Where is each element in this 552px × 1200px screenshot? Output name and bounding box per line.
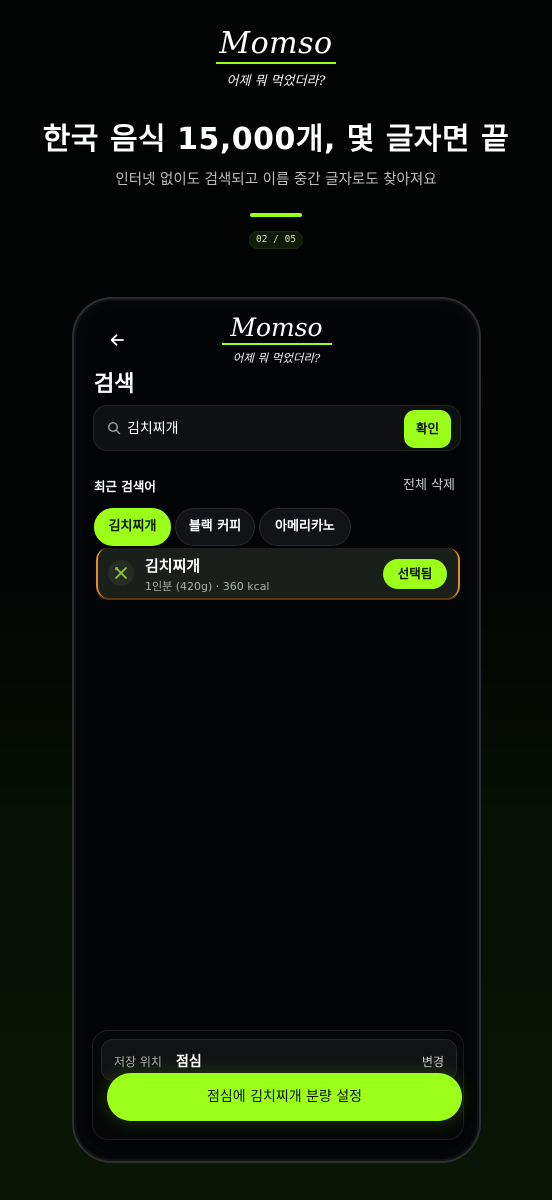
recent-chip[interactable]: 김치찌개 xyxy=(94,508,171,546)
app-logo: Momso 어제 뭐 먹었더라? xyxy=(83,313,470,366)
phone-screen: Momso 어제 뭐 먹었더라? 검색 확인 최근 검색어 전체 삭제 김치찌개… xyxy=(83,308,470,1152)
page-title: 검색 xyxy=(94,372,135,397)
selected-badge-button[interactable]: 선택됨 xyxy=(383,559,447,589)
app-logo-underline xyxy=(221,343,332,345)
meal-slot-value: 점심 xyxy=(176,1054,202,1070)
logo-underline xyxy=(216,62,336,64)
logo-tagline: 어제 뭐 먹었더라? xyxy=(226,74,326,89)
clear-all-button[interactable]: 전체 삭제 xyxy=(403,474,455,493)
change-meal-button[interactable]: 변경 xyxy=(422,1053,444,1070)
result-name: 김치찌개 xyxy=(145,557,201,575)
app-logo-tagline: 어제 뭐 먹었더라? xyxy=(232,351,321,365)
brand-logo: Momso 어제 뭐 먹었더라? xyxy=(0,26,552,89)
phone-frame: Momso 어제 뭐 먹었더라? 검색 확인 최근 검색어 전체 삭제 김치찌개… xyxy=(72,297,481,1163)
result-serving-info: 1인분 (420g) · 360 kcal xyxy=(145,580,270,593)
meal-slot-label: 저장 위치 xyxy=(114,1055,162,1069)
search-input[interactable] xyxy=(127,406,397,450)
recent-chip[interactable]: 아메리카노 xyxy=(259,508,351,546)
confirm-button[interactable]: 확인 xyxy=(404,410,451,448)
set-portion-button[interactable]: 점심에 김치찌개 분량 설정 xyxy=(107,1073,462,1121)
recent-chip[interactable]: 블랙 커피 xyxy=(175,508,255,546)
search-box[interactable]: 확인 xyxy=(93,405,461,451)
search-result-item[interactable]: 김치찌개 1인분 (420g) · 360 kcal 선택됨 xyxy=(96,548,460,598)
promo-headline: 한국 음식 15,000개, 몇 글자면 끝 xyxy=(42,122,510,157)
onboarding-progress-bar xyxy=(250,213,302,217)
step-indicator: 02 / 05 xyxy=(249,231,303,249)
promo-subline: 인터넷 없이도 검색되고 이름 중간 글자로도 찾아져요 xyxy=(115,172,437,188)
logo-wordmark: Momso xyxy=(219,26,333,61)
search-icon xyxy=(107,421,121,435)
fork-knife-icon xyxy=(108,560,134,586)
app-logo-wordmark: Momso xyxy=(230,313,323,342)
recent-searches-label: 최근 검색어 xyxy=(94,479,156,494)
